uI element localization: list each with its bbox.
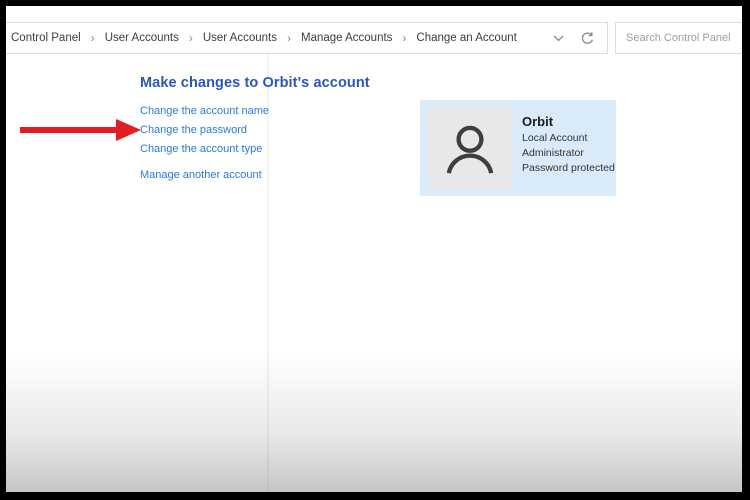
account-detail-role: Administrator [522,146,615,161]
account-info: Orbit Local Account Administrator Passwo… [522,100,615,196]
account-detail-password: Password protected [522,161,615,176]
task-links: Change the account name Change the passw… [140,105,269,188]
screenshot-frame: Control Panel › User Accounts › User Acc… [0,0,750,500]
breadcrumb-separator-icon: › [402,31,406,45]
search-box [615,22,742,54]
red-arrow-annotation [20,117,142,143]
breadcrumb-item-user-accounts-2[interactable]: User Accounts [203,32,277,44]
address-bar-icons [553,31,599,46]
account-tile[interactable]: Orbit Local Account Administrator Passwo… [420,100,616,196]
search-input[interactable] [615,22,742,54]
avatar [428,106,512,190]
control-panel-window: Control Panel › User Accounts › User Acc… [6,6,742,492]
breadcrumb-item-user-accounts-1[interactable]: User Accounts [105,32,179,44]
address-bar: Control Panel › User Accounts › User Acc… [6,22,608,54]
breadcrumb-item-manage-accounts[interactable]: Manage Accounts [301,32,392,44]
link-change-password[interactable]: Change the password [140,124,269,137]
page-title: Make changes to Orbit's account [140,75,370,91]
link-manage-another-account[interactable]: Manage another account [140,169,269,182]
user-icon [437,115,503,181]
link-change-account-type[interactable]: Change the account type [140,143,269,156]
breadcrumb-separator-icon: › [91,31,95,45]
breadcrumb-item-change-an-account[interactable]: Change an Account [416,32,516,44]
link-change-account-name[interactable]: Change the account name [140,105,269,118]
breadcrumb-separator-icon: › [287,31,291,45]
breadcrumb: Control Panel › User Accounts › User Acc… [11,31,517,45]
account-detail-type: Local Account [522,131,615,146]
chevron-down-icon[interactable] [553,35,564,42]
account-name: Orbit [522,113,615,130]
refresh-icon[interactable] [580,31,595,46]
breadcrumb-item-control-panel[interactable]: Control Panel [11,32,81,44]
breadcrumb-separator-icon: › [189,31,193,45]
